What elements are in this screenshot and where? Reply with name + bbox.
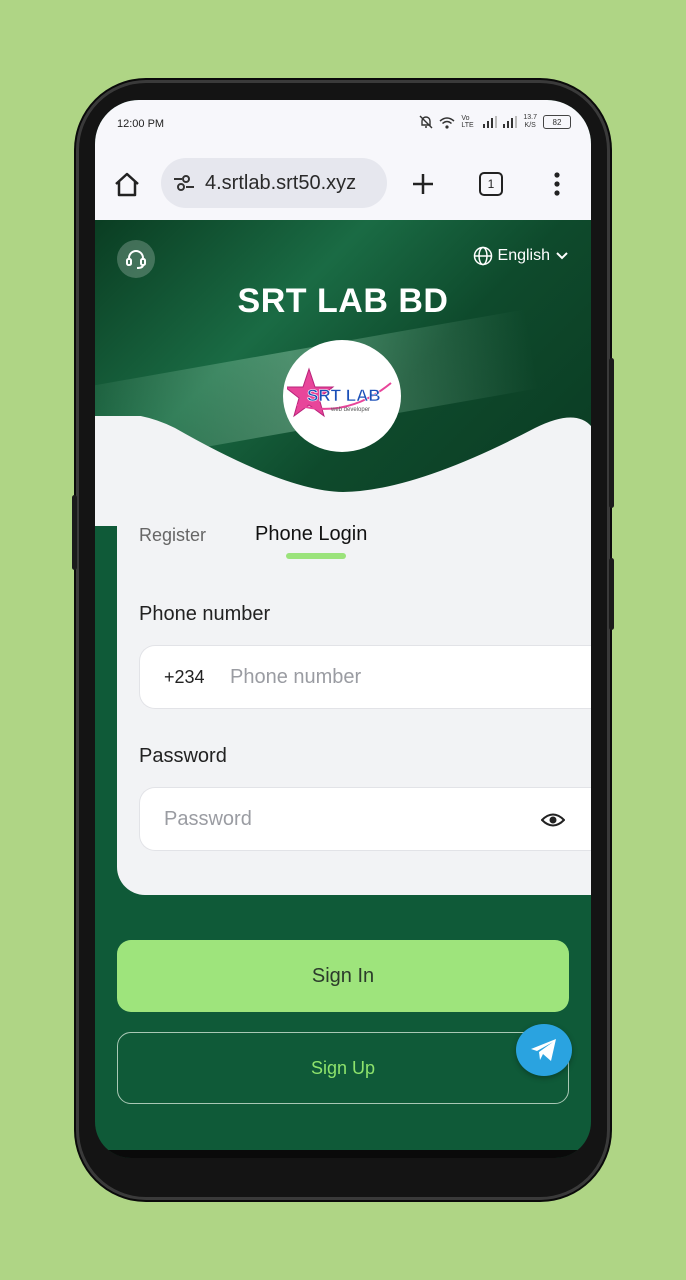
power-button [609,358,614,508]
signal-icon-2 [503,116,518,128]
screen: 12:00 PM Vo LTE 13.7 K/S 82 4.srtlab.srt… [95,100,591,1158]
logo-mark: SRT LAB web developer [287,367,392,418]
country-code[interactable]: +234 [164,667,205,688]
sign-in-button[interactable]: Sign In [117,940,569,1012]
battery-icon: 82 [543,115,571,129]
logo-subtext: web developer [330,407,370,413]
more-menu-icon[interactable] [547,170,567,198]
url-text: 4.srtlab.srt50.xyz [205,171,357,194]
eye-icon[interactable] [541,810,565,830]
telegram-button[interactable] [516,1024,572,1076]
status-time: 12:00 PM [117,118,165,130]
page-title: SRT LAB BD [237,282,449,320]
login-card: Register Phone Login Phone number +234 P… [117,505,591,895]
site-settings-icon[interactable] [173,174,195,192]
signal-icon [483,116,498,128]
language-label: English [497,247,550,264]
chevron-down-icon [556,252,568,260]
phone-label: Phone number [139,603,271,625]
tab-switcher-button[interactable]: 1 [479,172,503,196]
home-icon[interactable] [113,170,141,198]
net-speed-unit: K/S [524,122,536,129]
phone-input-placeholder: Phone number [230,666,362,688]
address-bar[interactable]: 4.srtlab.srt50.xyz [161,158,387,208]
language-selector[interactable]: English [473,246,569,266]
phone-field[interactable]: +234 Phone number [139,645,591,709]
sign-up-button[interactable]: Sign Up [117,1032,569,1104]
net-speed: 13.7 K/S [523,114,537,130]
tab-phone-login[interactable]: Phone Login [255,523,367,546]
brand-logo: SRT LAB web developer [283,340,401,452]
bottom-edge [95,1150,591,1158]
bell-off-icon [419,115,433,129]
telegram-icon [531,1039,556,1061]
status-icons: Vo LTE 13.7 K/S 82 [419,114,571,130]
status-bar: 12:00 PM Vo LTE 13.7 K/S 82 [95,100,591,148]
side-button [609,558,614,630]
tab-register[interactable]: Register [139,525,206,546]
logo-text: SRT LAB [307,386,381,405]
browser-toolbar: 4.srtlab.srt50.xyz 1 [95,148,591,220]
active-tab-indicator [286,553,346,559]
password-label: Password [139,745,227,767]
password-field[interactable]: Password [139,787,591,851]
volume-button [72,495,77,570]
new-tab-icon[interactable] [411,172,435,196]
customer-service-button[interactable] [117,240,155,278]
network-type: Vo LTE [461,115,474,129]
wifi-icon [439,116,455,129]
globe-icon [473,246,492,266]
headset-icon [126,250,146,269]
net-speed-value: 13.7 [523,114,537,121]
password-input-placeholder: Password [164,808,252,830]
